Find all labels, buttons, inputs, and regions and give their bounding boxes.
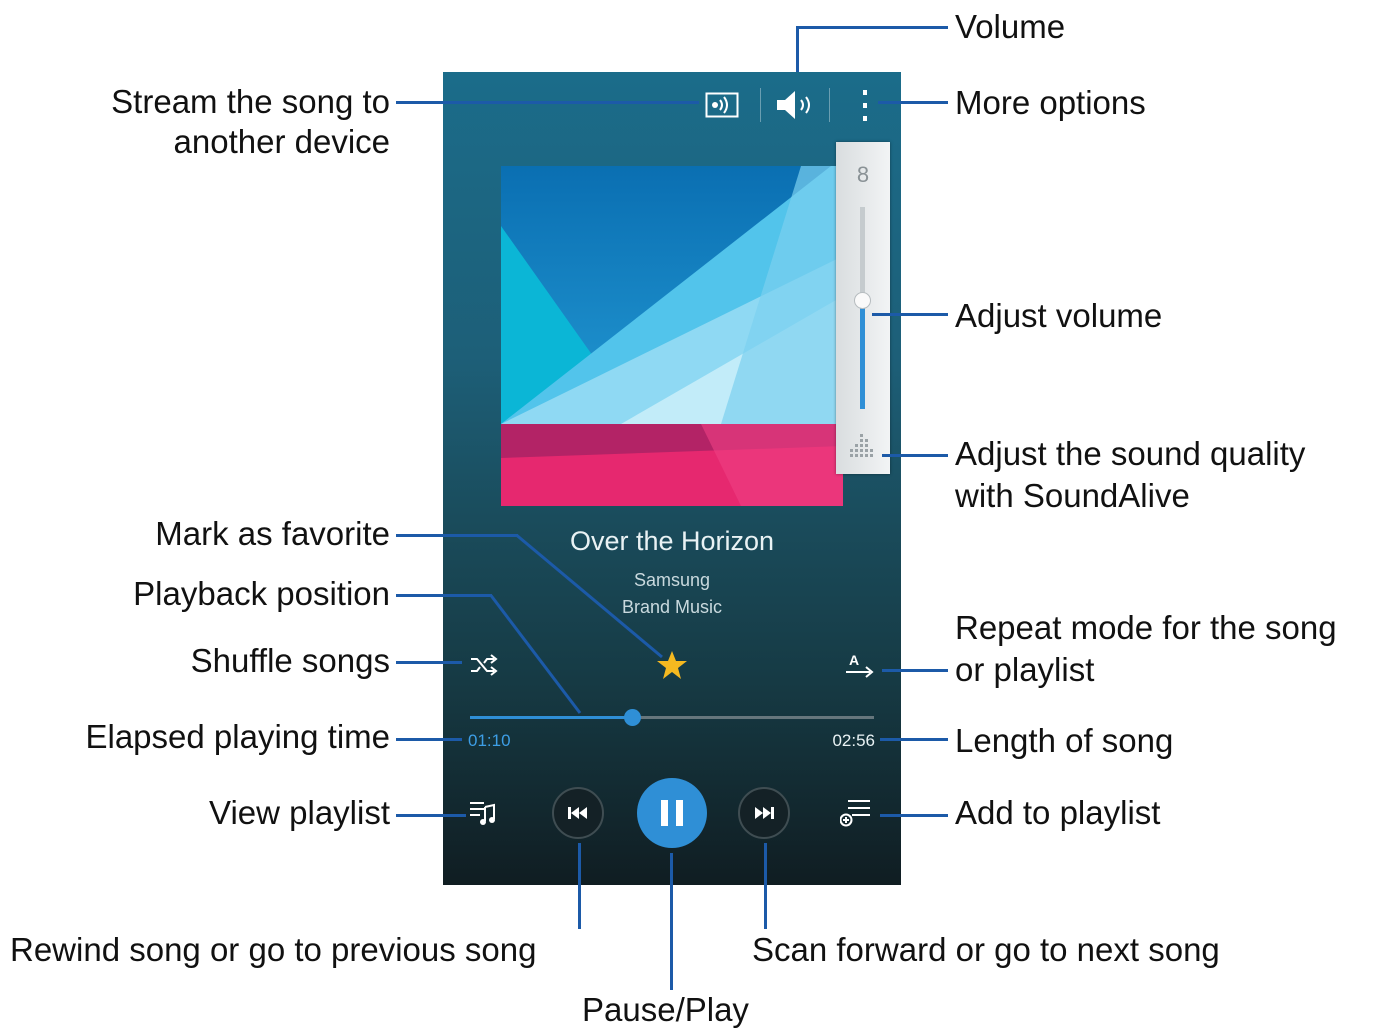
- callout-line-view-playlist: [396, 814, 466, 817]
- callout-repeat-line1: Repeat mode for the song: [955, 609, 1337, 646]
- callout-line-elapsed: [396, 738, 462, 741]
- callout-stream-line2: another device: [173, 123, 390, 160]
- callout-playback-position: Playback position: [133, 575, 390, 612]
- callout-add-playlist: Add to playlist: [955, 794, 1161, 831]
- callout-soundalive-line2: with SoundAlive: [955, 477, 1190, 514]
- callout-line-forward: [764, 843, 767, 929]
- callout-forward: Scan forward or go to next song: [752, 931, 1220, 968]
- callout-rewind: Rewind song or go to previous song: [10, 931, 537, 968]
- callout-line-repeat: [882, 669, 948, 672]
- callout-length: Length of song: [955, 722, 1174, 759]
- callout-pause-play: Pause/Play: [582, 991, 749, 1028]
- callout-line-pause-play: [670, 853, 673, 990]
- callout-adjust-volume: Adjust volume: [955, 297, 1163, 334]
- callout-volume: Volume: [955, 8, 1066, 45]
- callout-soundalive-line1: Adjust the sound quality: [955, 435, 1306, 472]
- callout-elapsed: Elapsed playing time: [85, 718, 390, 755]
- callout-line-length: [880, 738, 948, 741]
- callout-shuffle: Shuffle songs: [190, 642, 390, 679]
- callout-line-playback-position: [396, 594, 492, 597]
- callout-stream-line1: Stream the song to: [111, 83, 390, 120]
- callout-line-rewind: [578, 843, 581, 929]
- callout-more-options: More options: [955, 84, 1146, 121]
- callout-mark-favorite: Mark as favorite: [155, 515, 390, 552]
- callout-line-shuffle: [396, 661, 462, 664]
- callout-line-add-playlist: [880, 814, 948, 817]
- callout-repeat-line2: or playlist: [955, 651, 1095, 688]
- callout-view-playlist: View playlist: [209, 794, 390, 831]
